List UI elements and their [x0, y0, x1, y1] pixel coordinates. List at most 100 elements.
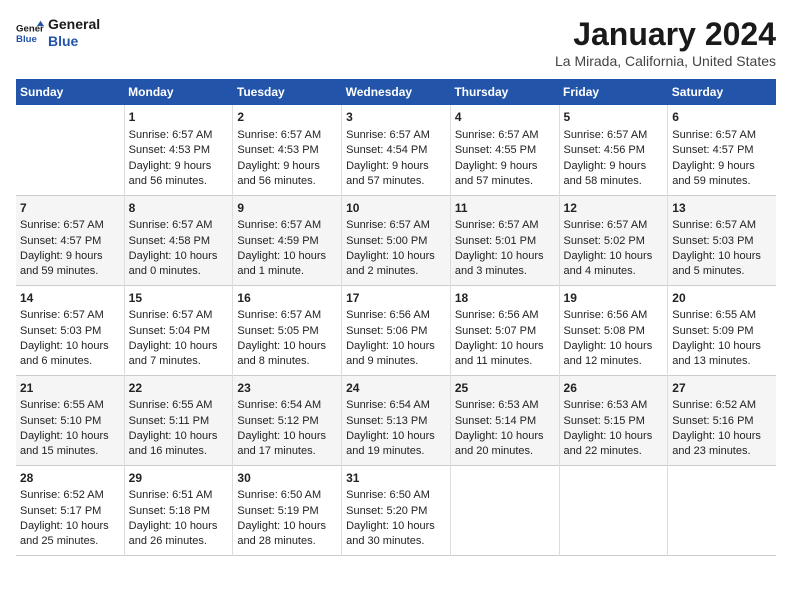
day-info-line: Sunset: 4:53 PM: [129, 143, 229, 158]
day-number: 13: [672, 200, 772, 217]
day-info-line: Sunset: 5:15 PM: [564, 414, 664, 429]
day-number: 21: [20, 380, 120, 397]
calendar-cell: 7Sunrise: 6:57 AMSunset: 4:57 PMDaylight…: [16, 195, 124, 285]
day-info-line: Sunrise: 6:57 AM: [346, 128, 446, 143]
day-info-line: Sunset: 5:10 PM: [20, 414, 120, 429]
day-info-line: Sunrise: 6:57 AM: [129, 308, 229, 323]
day-number: 22: [129, 380, 229, 397]
day-info-line: and 59 minutes.: [20, 264, 120, 279]
calendar-cell: 25Sunrise: 6:53 AMSunset: 5:14 PMDayligh…: [450, 375, 559, 465]
day-info-line: Sunset: 5:00 PM: [346, 234, 446, 249]
logo-blue: Blue: [48, 33, 100, 50]
calendar-cell: 10Sunrise: 6:57 AMSunset: 5:00 PMDayligh…: [342, 195, 451, 285]
day-info-line: and 4 minutes.: [564, 264, 664, 279]
day-info-line: Daylight: 10 hours: [672, 429, 772, 444]
day-info-line: Sunset: 5:14 PM: [455, 414, 555, 429]
day-number: 27: [672, 380, 772, 397]
header-day: Monday: [124, 79, 233, 105]
day-info-line: Sunrise: 6:53 AM: [564, 398, 664, 413]
day-info-line: and 17 minutes.: [237, 444, 337, 459]
calendar-cell: 29Sunrise: 6:51 AMSunset: 5:18 PMDayligh…: [124, 465, 233, 555]
day-info-line: Daylight: 10 hours: [20, 519, 120, 534]
day-number: 2: [237, 109, 337, 126]
calendar-cell: [668, 465, 776, 555]
calendar-cell: 16Sunrise: 6:57 AMSunset: 5:05 PMDayligh…: [233, 285, 342, 375]
day-info-line: Daylight: 9 hours: [672, 159, 772, 174]
day-info-line: and 15 minutes.: [20, 444, 120, 459]
day-info-line: and 0 minutes.: [129, 264, 229, 279]
calendar-cell: 5Sunrise: 6:57 AMSunset: 4:56 PMDaylight…: [559, 105, 668, 195]
day-number: 9: [237, 200, 337, 217]
day-info-line: and 12 minutes.: [564, 354, 664, 369]
day-number: 3: [346, 109, 446, 126]
day-info-line: Sunrise: 6:55 AM: [672, 308, 772, 323]
day-info-line: and 7 minutes.: [129, 354, 229, 369]
day-info-line: Sunrise: 6:57 AM: [129, 128, 229, 143]
day-info-line: Daylight: 10 hours: [346, 519, 446, 534]
day-info-line: Daylight: 10 hours: [564, 339, 664, 354]
day-info-line: Sunset: 5:06 PM: [346, 324, 446, 339]
day-info-line: Sunrise: 6:57 AM: [564, 218, 664, 233]
calendar-cell: 30Sunrise: 6:50 AMSunset: 5:19 PMDayligh…: [233, 465, 342, 555]
calendar-cell: 20Sunrise: 6:55 AMSunset: 5:09 PMDayligh…: [668, 285, 776, 375]
day-info-line: Sunrise: 6:56 AM: [346, 308, 446, 323]
day-info-line: Sunset: 5:13 PM: [346, 414, 446, 429]
calendar-cell: 3Sunrise: 6:57 AMSunset: 4:54 PMDaylight…: [342, 105, 451, 195]
title-area: January 2024 La Mirada, California, Unit…: [555, 16, 776, 69]
day-info-line: Sunrise: 6:54 AM: [346, 398, 446, 413]
day-info-line: and 30 minutes.: [346, 534, 446, 549]
logo-general: General: [48, 16, 100, 33]
calendar-cell: 15Sunrise: 6:57 AMSunset: 5:04 PMDayligh…: [124, 285, 233, 375]
day-info-line: Daylight: 10 hours: [129, 519, 229, 534]
day-info-line: Daylight: 10 hours: [455, 339, 555, 354]
calendar-cell: 23Sunrise: 6:54 AMSunset: 5:12 PMDayligh…: [233, 375, 342, 465]
week-row: 1Sunrise: 6:57 AMSunset: 4:53 PMDaylight…: [16, 105, 776, 195]
day-info-line: and 13 minutes.: [672, 354, 772, 369]
day-number: 25: [455, 380, 555, 397]
calendar-cell: 13Sunrise: 6:57 AMSunset: 5:03 PMDayligh…: [668, 195, 776, 285]
day-info-line: and 25 minutes.: [20, 534, 120, 549]
day-info-line: Sunrise: 6:57 AM: [346, 218, 446, 233]
calendar-cell: 6Sunrise: 6:57 AMSunset: 4:57 PMDaylight…: [668, 105, 776, 195]
day-info-line: Sunrise: 6:55 AM: [20, 398, 120, 413]
day-number: 10: [346, 200, 446, 217]
calendar-cell: 24Sunrise: 6:54 AMSunset: 5:13 PMDayligh…: [342, 375, 451, 465]
header-day: Sunday: [16, 79, 124, 105]
day-info-line: Sunset: 4:54 PM: [346, 143, 446, 158]
calendar-cell: 31Sunrise: 6:50 AMSunset: 5:20 PMDayligh…: [342, 465, 451, 555]
day-info-line: and 56 minutes.: [237, 174, 337, 189]
calendar-cell: 26Sunrise: 6:53 AMSunset: 5:15 PMDayligh…: [559, 375, 668, 465]
day-info-line: Daylight: 10 hours: [672, 339, 772, 354]
day-number: 30: [237, 470, 337, 487]
day-info-line: Sunrise: 6:56 AM: [564, 308, 664, 323]
day-info-line: Sunset: 4:55 PM: [455, 143, 555, 158]
day-info-line: Sunset: 5:19 PM: [237, 504, 337, 519]
calendar-cell: 4Sunrise: 6:57 AMSunset: 4:55 PMDaylight…: [450, 105, 559, 195]
day-info-line: Sunrise: 6:56 AM: [455, 308, 555, 323]
logo-icon: General Blue: [16, 19, 44, 47]
calendar-cell: 18Sunrise: 6:56 AMSunset: 5:07 PMDayligh…: [450, 285, 559, 375]
day-info-line: Sunset: 5:16 PM: [672, 414, 772, 429]
day-info-line: and 16 minutes.: [129, 444, 229, 459]
day-number: 14: [20, 290, 120, 307]
header-day: Saturday: [668, 79, 776, 105]
day-info-line: Sunset: 4:53 PM: [237, 143, 337, 158]
calendar-cell: 17Sunrise: 6:56 AMSunset: 5:06 PMDayligh…: [342, 285, 451, 375]
week-row: 14Sunrise: 6:57 AMSunset: 5:03 PMDayligh…: [16, 285, 776, 375]
day-number: 19: [564, 290, 664, 307]
day-info-line: Sunrise: 6:52 AM: [672, 398, 772, 413]
day-info-line: Sunrise: 6:57 AM: [237, 128, 337, 143]
day-info-line: Sunrise: 6:57 AM: [455, 218, 555, 233]
day-number: 5: [564, 109, 664, 126]
day-info-line: and 23 minutes.: [672, 444, 772, 459]
day-info-line: Sunrise: 6:57 AM: [237, 218, 337, 233]
day-info-line: Sunset: 5:09 PM: [672, 324, 772, 339]
day-info-line: Daylight: 10 hours: [346, 339, 446, 354]
svg-text:Blue: Blue: [16, 34, 37, 45]
day-info-line: Sunrise: 6:57 AM: [672, 218, 772, 233]
calendar-cell: 27Sunrise: 6:52 AMSunset: 5:16 PMDayligh…: [668, 375, 776, 465]
day-info-line: Sunrise: 6:51 AM: [129, 488, 229, 503]
day-info-line: Sunset: 4:57 PM: [20, 234, 120, 249]
day-number: 8: [129, 200, 229, 217]
calendar-cell: 9Sunrise: 6:57 AMSunset: 4:59 PMDaylight…: [233, 195, 342, 285]
